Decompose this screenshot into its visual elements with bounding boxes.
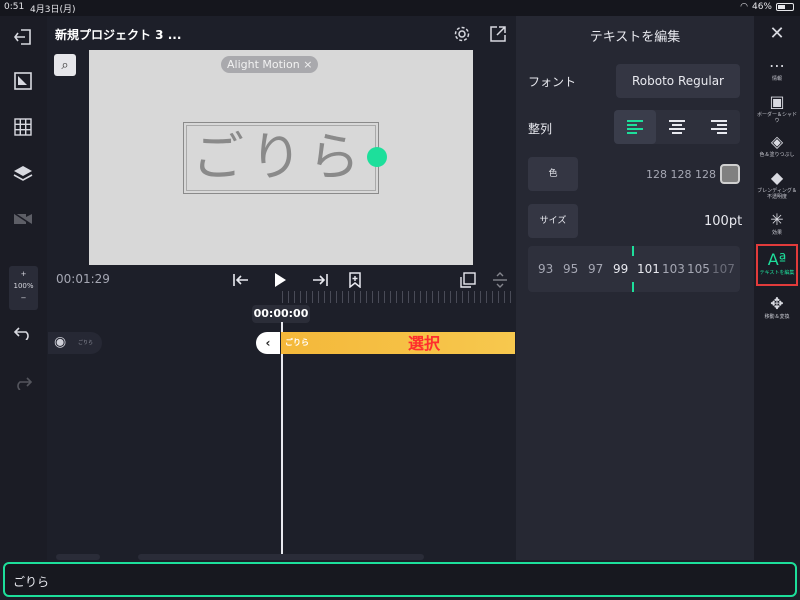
wheel-number: 107 xyxy=(712,262,735,276)
skip-to-start-icon[interactable] xyxy=(229,268,253,292)
resize-handle[interactable] xyxy=(367,147,387,167)
color-label[interactable]: 色 xyxy=(528,157,578,191)
status-time: 0:51 xyxy=(4,2,25,12)
wheel-number: 103 xyxy=(662,262,685,276)
canvas-text: ごりら xyxy=(192,128,367,188)
text-edit-icon: Aª xyxy=(767,250,787,269)
font-label: フォント xyxy=(528,75,577,89)
wheel-number: 93 xyxy=(538,262,554,276)
playhead-time[interactable]: 00:00:00 xyxy=(252,305,310,323)
clip-collapse-handle[interactable]: ‹ xyxy=(256,332,280,354)
copy-layer-icon[interactable] xyxy=(456,268,480,292)
align-label: 整列 xyxy=(528,122,553,136)
expand-tracks-icon[interactable] xyxy=(488,268,512,292)
wheel-number: 95 xyxy=(563,262,579,276)
track-name: ごりら xyxy=(78,340,94,346)
blending-button[interactable]: ◆ ブレンディング＆不透明度 xyxy=(756,168,798,200)
fill-icon: ◈ xyxy=(770,132,784,151)
app-root: { "status": { "time": "0:51", "date": "4… xyxy=(0,0,800,600)
battery-percent: 46% xyxy=(751,2,772,12)
text-clip[interactable]: ごりら xyxy=(281,332,515,354)
fill-button[interactable]: ◈ 色＆塗りつぶし xyxy=(756,132,798,158)
timeline-scrollbar[interactable] xyxy=(138,554,424,560)
align-left-icon xyxy=(627,120,643,134)
eye-visibility-icon[interactable]: ◉ xyxy=(54,334,66,350)
zoom-in-button[interactable]: + xyxy=(9,268,38,280)
effects-button[interactable]: ✳ 効果 xyxy=(756,210,798,236)
status-right: ◠ 46% xyxy=(740,2,794,12)
layers-icon[interactable] xyxy=(8,158,38,188)
text-layer-box[interactable]: ごりら xyxy=(183,122,379,194)
wifi-icon: ◠ xyxy=(740,2,748,12)
wheel-number: 99 xyxy=(613,262,629,276)
align-center-icon xyxy=(669,120,685,134)
aspect-ratio-icon[interactable] xyxy=(8,66,38,96)
clip-label: ごりら xyxy=(285,338,309,347)
size-value: 100pt xyxy=(704,214,743,229)
exit-icon[interactable] xyxy=(8,22,38,52)
battery-icon xyxy=(776,3,794,11)
zoom-level: 100% xyxy=(13,282,34,290)
align-right-button[interactable] xyxy=(698,110,740,144)
close-icon[interactable]: ✕ xyxy=(756,24,798,44)
text-edit-panel: テキストを編集 フォント Roboto Regular 整列 色 128 128… xyxy=(516,16,754,560)
info-button[interactable]: ⋯ 情報 xyxy=(756,56,798,82)
panel-title: テキストを編集 xyxy=(589,30,681,45)
border-shadow-icon: ▣ xyxy=(769,92,785,111)
status-date: 4月3日(月) xyxy=(30,5,76,15)
undo-icon[interactable] xyxy=(8,318,38,348)
wheel-marker-top xyxy=(632,246,634,256)
wheel-number: 101 xyxy=(637,262,660,276)
play-icon[interactable] xyxy=(268,268,292,292)
preview-canvas[interactable]: Alight Motion × ごりら xyxy=(89,50,473,265)
align-left-button[interactable] xyxy=(614,110,656,144)
status-bar: 0:51 4月3日(月) ◠ 46% xyxy=(0,0,800,16)
top-bar: 新規プロジェクト 3 ... xyxy=(47,16,517,50)
project-title[interactable]: 新規プロジェクト 3 ... xyxy=(55,26,181,43)
select-annotation: 選択 xyxy=(408,334,441,353)
wheel-number: 97 xyxy=(588,262,604,276)
current-timecode: 00:01:29 xyxy=(56,272,110,286)
right-toolbar: ✕ ⋯ 情報 ▣ ボーダー＆シャドウ ◈ 色＆塗りつぶし ◆ ブレンディング＆不… xyxy=(754,16,800,560)
settings-gear-icon[interactable] xyxy=(451,23,473,45)
align-right-icon xyxy=(711,120,727,134)
grid-icon[interactable] xyxy=(8,112,38,142)
timeline-ruler[interactable] xyxy=(282,291,515,303)
zoom-out-button[interactable]: − xyxy=(9,292,38,304)
redo-icon[interactable] xyxy=(8,368,38,398)
text-edit-button[interactable]: Aª テキストを編集 xyxy=(756,244,798,286)
playhead-line[interactable] xyxy=(281,322,283,555)
eyedropper-icon[interactable]: ⌕ xyxy=(54,54,76,76)
skip-to-end-icon[interactable] xyxy=(308,268,332,292)
align-center-button[interactable] xyxy=(656,110,698,144)
border-shadow-button[interactable]: ▣ ボーダー＆シャドウ xyxy=(756,92,798,124)
watermark-badge[interactable]: Alight Motion × xyxy=(221,56,319,73)
export-icon[interactable] xyxy=(487,23,509,45)
size-number-wheel[interactable]: 93 95 97 99 101 103 105 107 xyxy=(528,246,740,292)
blending-icon: ◆ xyxy=(770,168,784,187)
effects-icon: ✳ xyxy=(770,210,784,229)
wheel-marker-bottom xyxy=(632,282,634,292)
zoom-control[interactable]: + 100% − xyxy=(9,266,38,310)
color-swatch[interactable] xyxy=(720,164,740,184)
move-transform-icon: ✥ xyxy=(770,294,784,313)
left-toolbar: + 100% − xyxy=(0,16,47,560)
timeline-scroll-left[interactable] xyxy=(56,554,100,560)
font-select-button[interactable]: Roboto Regular xyxy=(616,64,740,98)
wheel-number: 105 xyxy=(687,262,710,276)
text-input-field[interactable]: ごりら xyxy=(3,562,797,597)
size-label[interactable]: サイズ xyxy=(528,204,578,238)
color-value: 128 128 128 xyxy=(646,168,716,181)
alignment-group xyxy=(614,110,740,144)
track-header[interactable]: ◉ ごりら xyxy=(48,332,102,354)
info-icon: ⋯ xyxy=(769,56,785,75)
bookmark-add-icon[interactable] xyxy=(343,268,367,292)
camera-off-icon[interactable] xyxy=(8,204,38,234)
move-transform-button[interactable]: ✥ 移動＆変換 xyxy=(756,294,798,320)
